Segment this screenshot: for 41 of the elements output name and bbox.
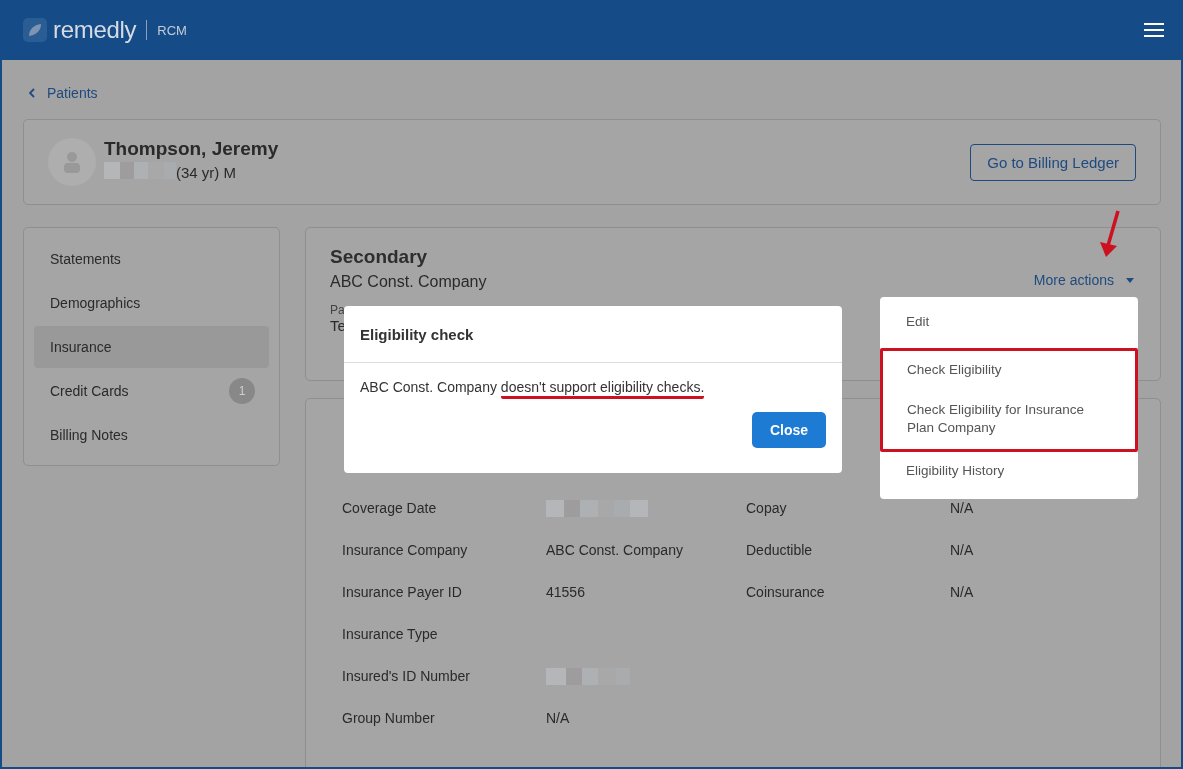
field-value: N/A: [950, 584, 975, 602]
patient-name: Thompson, Jeremy: [104, 138, 280, 160]
count-badge: 1: [229, 378, 255, 404]
sidebar-item[interactable]: Demographics: [34, 282, 269, 324]
billing-ledger-button[interactable]: Go to Billing Ledger: [970, 143, 1136, 181]
more-actions-button[interactable]: More actions: [1033, 272, 1134, 288]
field-value: ABC Const. Company: [546, 542, 684, 560]
sidebar-item[interactable]: Insurance: [34, 326, 269, 368]
field-label: Insurance Type: [342, 626, 439, 644]
patient-age-sex: (34 yr) M: [176, 163, 236, 181]
field-label: Copay: [746, 500, 788, 518]
field-label: Insurance Company: [342, 542, 469, 560]
product-name: RCM: [157, 22, 187, 38]
leaf-icon: [23, 18, 47, 42]
field-label: Deductible: [746, 542, 814, 560]
menu-item[interactable]: Check Eligibility for Insurance Plan Company: [883, 389, 1135, 449]
insurance-title: Secondary: [330, 246, 429, 268]
caret-icon[interactable]: [1126, 277, 1134, 283]
field-label: Coinsurance: [746, 584, 826, 602]
sidebar-item[interactable]: Billing Notes: [34, 414, 269, 456]
field-label: Coverage Date: [342, 500, 438, 518]
breadcrumb-link[interactable]: Patients: [47, 85, 98, 101]
logo-text[interactable]: remedly: [53, 16, 137, 44]
insurance-company: ABC Const. Company: [330, 273, 487, 291]
field-value: N/A: [950, 500, 975, 518]
menu-icon[interactable]: [1144, 23, 1164, 37]
field-value: 41556: [546, 584, 586, 602]
dialog-title: Eligibility check: [360, 325, 474, 343]
field-label: Pa: [330, 303, 346, 317]
sidebar-item[interactable]: Credit Cards 1: [34, 370, 269, 412]
field-value: N/A: [546, 710, 571, 728]
menu-item[interactable]: Edit: [880, 303, 1138, 341]
close-button[interactable]: Close: [752, 412, 826, 448]
menu-item[interactable]: Eligibility History: [880, 452, 1138, 490]
menu-item[interactable]: Check Eligibility: [883, 351, 1135, 389]
field-value: N/A: [950, 542, 975, 560]
field-label: Insurance Payer ID: [342, 584, 463, 602]
field-label: Insured's ID Number: [342, 668, 471, 686]
field-label: Group Number: [342, 710, 436, 728]
sidebar-item[interactable]: Statements: [34, 238, 269, 280]
chevron-left-icon[interactable]: [29, 88, 35, 98]
